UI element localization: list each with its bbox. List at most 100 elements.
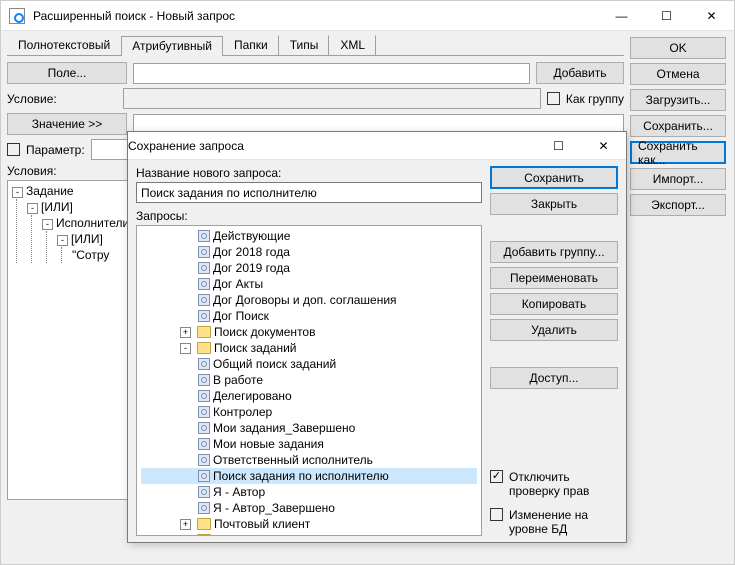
dialog-close-btn[interactable]: Закрыть <box>490 193 618 215</box>
maximize-button[interactable]: ☐ <box>644 1 689 31</box>
expander-icon[interactable]: - <box>57 235 68 246</box>
tree-item-label: Служебны <box>214 532 273 536</box>
tree-folder[interactable]: -Поиск заданий <box>141 340 477 356</box>
tree-node[interactable]: [ИЛИ] <box>71 232 103 246</box>
param-label: Параметр: <box>26 143 85 157</box>
add-button[interactable]: Добавить <box>536 62 624 84</box>
tab-folders[interactable]: Папки <box>223 35 279 55</box>
copy-button[interactable]: Копировать <box>490 293 618 315</box>
tree-item-label: Я - Автор_Завершено <box>213 500 335 516</box>
access-button[interactable]: Доступ... <box>490 367 618 389</box>
export-button[interactable]: Экспорт... <box>630 194 726 216</box>
expander-icon[interactable]: - <box>42 219 53 230</box>
folder-icon <box>197 534 211 536</box>
document-icon <box>198 486 210 498</box>
tree-item[interactable]: Делегировано <box>141 388 477 404</box>
save-dialog: Сохранение запроса ☐ ✕ Название нового з… <box>127 131 627 543</box>
rename-button[interactable]: Переименовать <box>490 267 618 289</box>
document-icon <box>198 230 210 242</box>
expander-icon[interactable]: - <box>27 203 38 214</box>
condition-select[interactable] <box>123 88 541 109</box>
tree-item-label: Поиск задания по исполнителю <box>213 468 389 484</box>
tree-item[interactable]: Дог 2019 года <box>141 260 477 276</box>
tree-item[interactable]: Поиск задания по исполнителю <box>141 468 477 484</box>
tree-item-label: Общий поиск заданий <box>213 356 336 372</box>
tab-types[interactable]: Типы <box>279 35 330 55</box>
close-button[interactable]: ✕ <box>689 1 734 31</box>
dialog-close-button[interactable]: ✕ <box>581 131 626 161</box>
app-icon <box>9 8 25 24</box>
tree-item-label: Поиск документов <box>214 324 315 340</box>
tree-item[interactable]: Я - Автор <box>141 484 477 500</box>
ok-button[interactable]: OK <box>630 37 726 59</box>
dialog-maximize-button[interactable]: ☐ <box>536 131 581 161</box>
document-icon <box>198 262 210 274</box>
document-icon <box>198 406 210 418</box>
tree-item[interactable]: Дог 2018 года <box>141 244 477 260</box>
document-icon <box>198 294 210 306</box>
dialog-title: Сохранение запроса <box>128 139 536 153</box>
window-title: Расширенный поиск - Новый запрос <box>33 9 599 23</box>
load-button[interactable]: Загрузить... <box>630 89 726 111</box>
folder-icon <box>197 518 211 530</box>
import-button[interactable]: Импорт... <box>630 168 726 190</box>
expander-icon[interactable]: + <box>180 327 191 338</box>
tree-item[interactable]: Дог Акты <box>141 276 477 292</box>
expander-icon[interactable]: + <box>180 535 191 537</box>
document-icon <box>198 454 210 466</box>
field-button[interactable]: Поле... <box>7 62 127 84</box>
disable-rights-checkbox[interactable]: ✓ <box>490 470 503 483</box>
tree-item[interactable]: Дог Договоры и доп. соглашения <box>141 292 477 308</box>
db-level-checkbox[interactable] <box>490 508 503 521</box>
add-group-button[interactable]: Добавить группу... <box>490 241 618 263</box>
tree-item-label: Дог Поиск <box>213 308 269 324</box>
tree-folder[interactable]: +Почтовый клиент <box>141 516 477 532</box>
tree-folder[interactable]: + Служебны <box>141 532 477 536</box>
document-icon <box>198 470 210 482</box>
minimize-button[interactable]: — <box>599 1 644 31</box>
tree-node[interactable]: [ИЛИ] <box>41 200 73 214</box>
param-checkbox[interactable] <box>7 143 20 156</box>
expander-icon[interactable]: - <box>180 343 191 354</box>
tree-node[interactable]: Исполнители <box>56 216 129 230</box>
document-icon <box>198 246 210 258</box>
tree-item[interactable]: В работе <box>141 372 477 388</box>
cancel-button[interactable]: Отмена <box>630 63 726 85</box>
tree-folder[interactable]: + Поиск документов <box>141 324 477 340</box>
dialog-save-button[interactable]: Сохранить <box>490 166 618 189</box>
tree-item-label: Действующие <box>213 228 290 244</box>
tree-node[interactable]: "Сотру <box>72 248 109 262</box>
tab-attribute[interactable]: Атрибутивный <box>121 36 223 56</box>
value-button[interactable]: Значение >> <box>7 113 127 135</box>
document-icon <box>198 374 210 386</box>
tree-item[interactable]: Дог Поиск <box>141 308 477 324</box>
tree-item[interactable]: Ответственный исполнитель <box>141 452 477 468</box>
as-group-checkbox[interactable] <box>547 92 560 105</box>
queries-tree[interactable]: ДействующиеДог 2018 годаДог 2019 годаДог… <box>136 225 482 536</box>
tree-item[interactable]: Общий поиск заданий <box>141 356 477 372</box>
folder-icon <box>197 342 211 354</box>
main-titlebar: Расширенный поиск - Новый запрос — ☐ ✕ <box>1 1 734 31</box>
field-input[interactable] <box>133 63 530 84</box>
tree-item[interactable]: Мои новые задания <box>141 436 477 452</box>
expander-icon[interactable]: + <box>180 519 191 530</box>
tree-item[interactable]: Мои задания_Завершено <box>141 420 477 436</box>
tree-item[interactable]: Контролер <box>141 404 477 420</box>
search-tabs: Полнотекстовый Атрибутивный Папки Типы X… <box>7 35 624 56</box>
tree-item-label: Мои задания_Завершено <box>213 420 355 436</box>
as-group-label: Как группу <box>566 92 624 106</box>
query-name-input[interactable] <box>136 182 482 203</box>
delete-button[interactable]: Удалить <box>490 319 618 341</box>
document-icon <box>198 310 210 322</box>
folder-icon <box>197 326 211 338</box>
save-as-button[interactable]: Сохранить как... <box>630 141 726 164</box>
expander-icon[interactable]: - <box>12 187 23 198</box>
tree-item-label: Мои новые задания <box>213 436 324 452</box>
tree-item[interactable]: Я - Автор_Завершено <box>141 500 477 516</box>
tree-item-label: В работе <box>213 372 263 388</box>
save-button[interactable]: Сохранить... <box>630 115 726 137</box>
tree-item[interactable]: Действующие <box>141 228 477 244</box>
tab-fulltext[interactable]: Полнотекстовый <box>7 35 121 55</box>
tree-node[interactable]: Задание <box>26 184 74 198</box>
tab-xml[interactable]: XML <box>329 35 376 55</box>
